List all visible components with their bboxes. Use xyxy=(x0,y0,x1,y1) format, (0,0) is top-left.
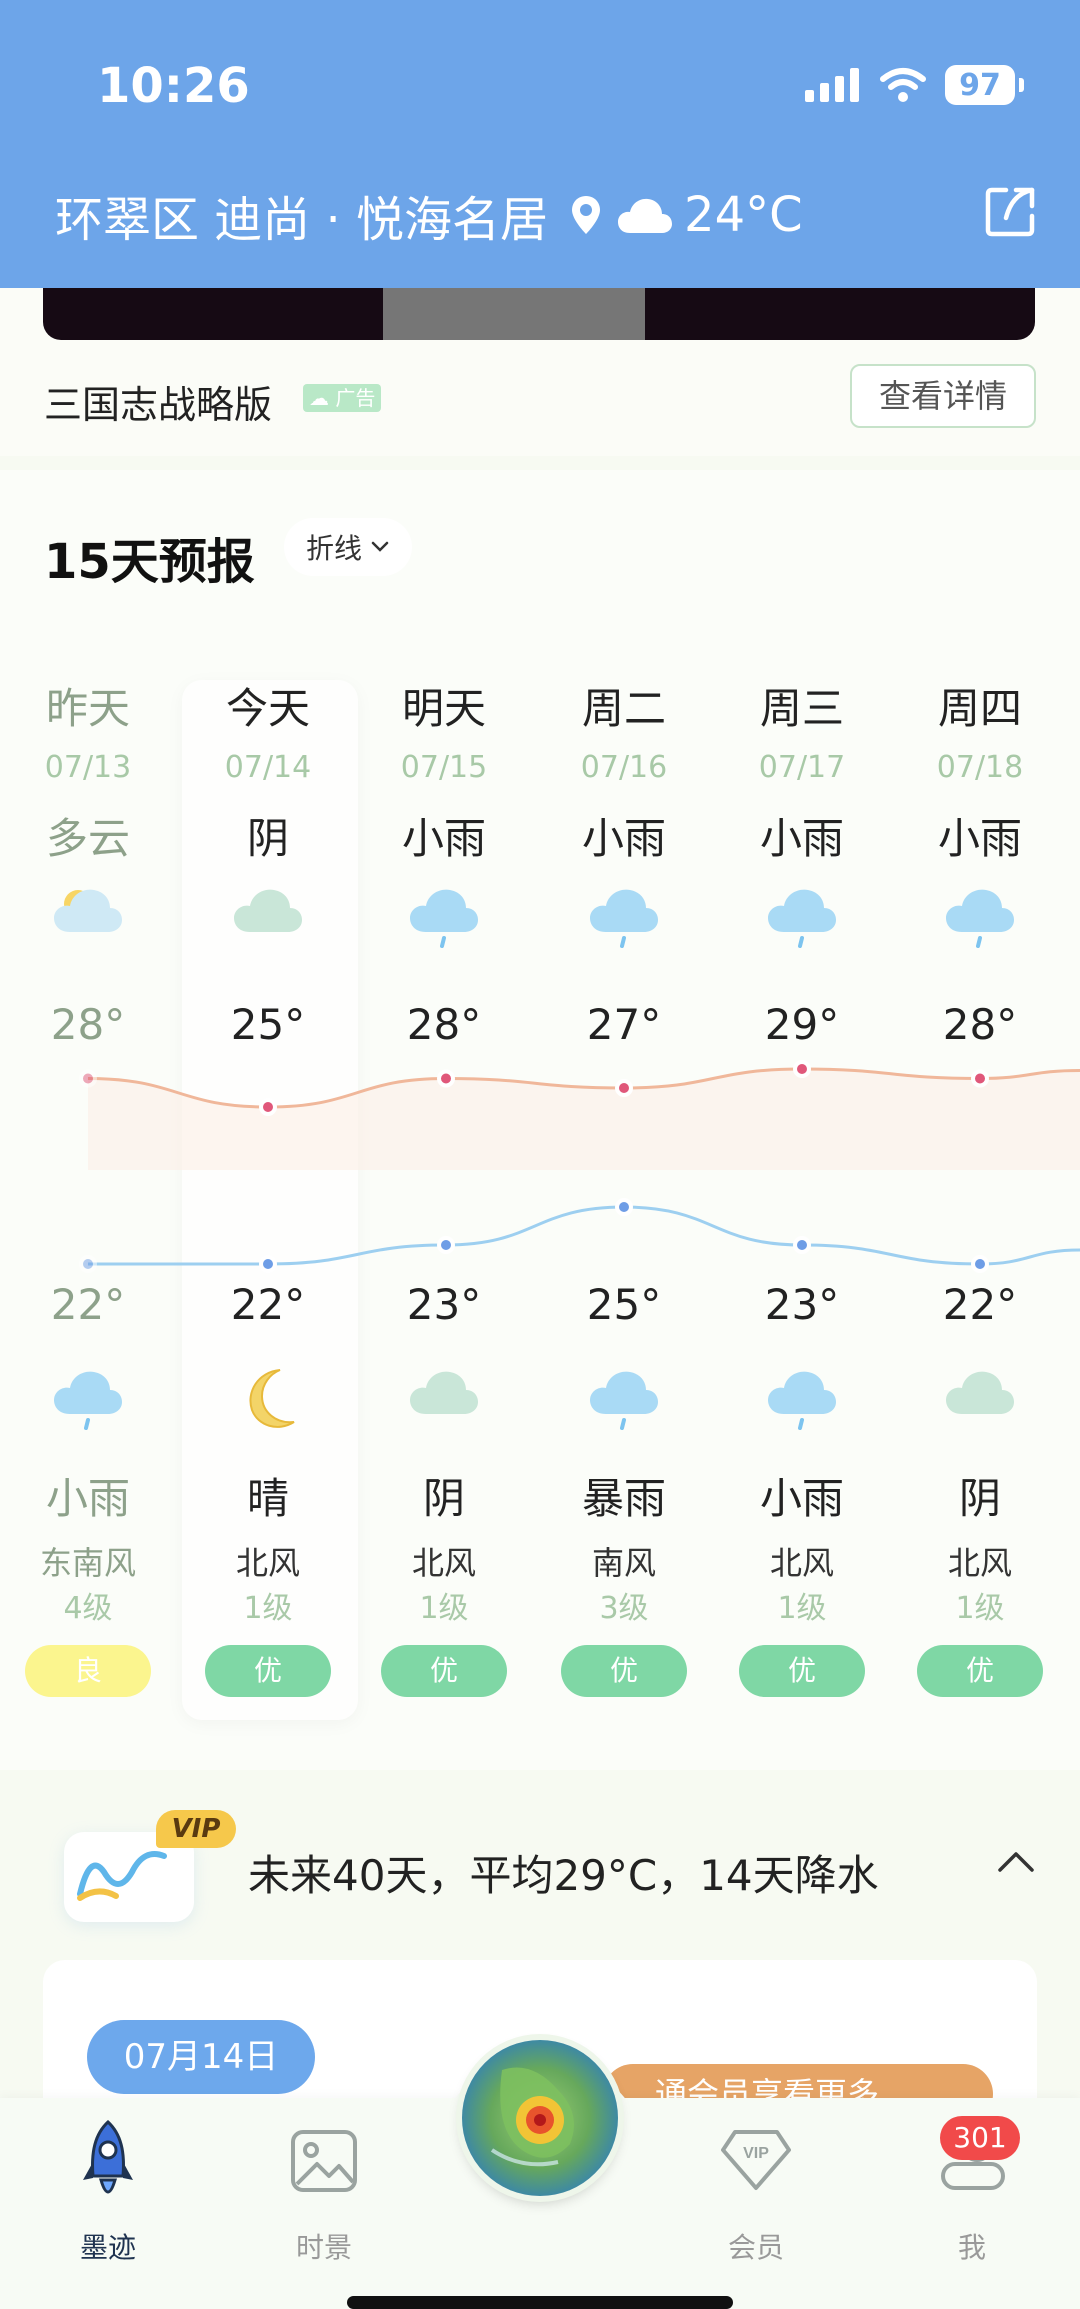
low-temp-point xyxy=(79,1255,97,1273)
ad-card[interactable]: 三国志战略版 ☁ 广告 查看详情 xyxy=(0,288,1080,456)
header-temperature: 24°C xyxy=(684,187,803,243)
high-temp-point xyxy=(615,1079,633,1097)
battery-cap xyxy=(1019,78,1024,92)
forty-day-row[interactable]: VIP 未来40天，平均29°C，14天降水 xyxy=(0,1790,1080,1950)
high-temp-point xyxy=(971,1069,989,1088)
notification-badge: 301 xyxy=(940,2116,1020,2160)
tab-scenery[interactable]: 时景 xyxy=(244,2118,404,2264)
low-temp-point xyxy=(971,1255,989,1273)
ad-cloud-icon: ☁ xyxy=(309,386,329,410)
temperature-curve-chart xyxy=(79,1060,1080,1273)
high-temp-point xyxy=(79,1069,97,1088)
low-temp-point xyxy=(615,1198,633,1216)
ad-image[interactable] xyxy=(43,288,1035,340)
tab-label-scenery: 时景 xyxy=(295,2231,352,2264)
home-indicator xyxy=(347,2296,733,2309)
ad-badge: ☁ 广告 xyxy=(303,384,382,412)
wifi-icon xyxy=(880,68,926,102)
high-temp-point xyxy=(259,1098,277,1116)
cloud-icon xyxy=(618,198,673,233)
image-icon xyxy=(291,2130,357,2192)
ad-title[interactable]: 三国志战略版 xyxy=(44,374,272,429)
tab-moji[interactable]: 墨迹 xyxy=(28,2118,188,2264)
radar-globe-icon[interactable] xyxy=(462,2040,618,2196)
high-temp-point xyxy=(793,1060,811,1078)
forty-day-summary[interactable]: 未来40天，平均29°C，14天降水 xyxy=(248,1842,879,1903)
high-temp-point xyxy=(437,1069,455,1088)
location-pin-icon xyxy=(572,196,601,234)
bottom-tab-bar: 墨迹 时景 VIP 会员 我 301 xyxy=(0,2040,1080,2309)
low-temp-point xyxy=(437,1236,455,1254)
low-temp-point xyxy=(793,1236,811,1254)
tab-label-me: 我 xyxy=(957,2231,986,2264)
svg-text:VIP: VIP xyxy=(743,2145,769,2162)
location-name[interactable]: 环翠区 迪尚 · 悦海名居 xyxy=(55,180,548,250)
high-temp-area xyxy=(88,1069,1080,1170)
tab-label-moji: 墨迹 xyxy=(79,2231,136,2264)
low-temp-point xyxy=(259,1255,277,1273)
status-time: 10:26 xyxy=(97,58,250,114)
vip-tag: VIP xyxy=(156,1810,236,1848)
forecast-card: 15天预报 折线 昨天 07/13 多云 28° 22° 小雨 东南风 4级良今天 07/14 阴… xyxy=(0,470,1080,1770)
view-details-button[interactable]: 查看详情 xyxy=(850,364,1036,428)
ad-badge-label: 广告 xyxy=(335,386,376,410)
status-icons: 97 xyxy=(805,62,1024,108)
rocket-icon xyxy=(83,2119,133,2194)
detail-date-pill[interactable]: 07月14日 xyxy=(87,2020,315,2094)
battery-indicator: 97 xyxy=(945,65,1015,105)
tab-vip[interactable]: VIP 会员 xyxy=(676,2118,836,2264)
vip-diamond-icon: VIP xyxy=(721,2130,791,2190)
low-temp-line xyxy=(88,1205,1080,1266)
location-row[interactable]: 环翠区 迪尚 · 悦海名居 24°C xyxy=(55,180,803,250)
chevron-up-icon[interactable] xyxy=(996,1848,1036,1874)
header-bar: 10:26 97 环翠区 迪尚 · 悦海名居 24°C xyxy=(0,0,1080,288)
share-icon[interactable] xyxy=(982,184,1038,240)
signal-icon xyxy=(805,68,859,102)
tab-label-vip: 会员 xyxy=(727,2231,784,2264)
